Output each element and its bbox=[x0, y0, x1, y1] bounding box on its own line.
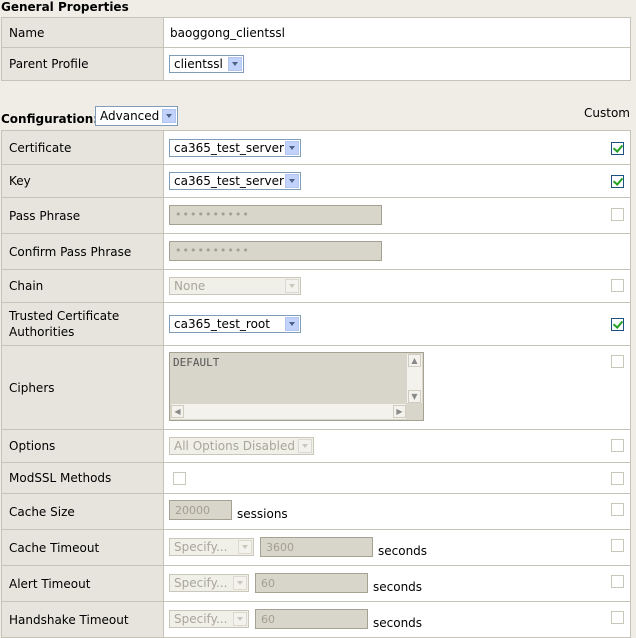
ciphers-textarea[interactable]: DEFAULT ▲ ▼ ◀ ▶ bbox=[169, 352, 424, 421]
handshake-timeout-mode-select[interactable]: Specify... bbox=[169, 610, 249, 628]
cache-size-custom-checkbox[interactable] bbox=[611, 503, 624, 516]
handshake-timeout-input[interactable]: 60 bbox=[255, 609, 368, 629]
chevron-down-icon bbox=[162, 109, 176, 123]
alert-timeout-row: Alert Timeout Specify... 60 seconds bbox=[1, 565, 631, 602]
pass-phrase-input[interactable]: •••••••••• bbox=[169, 205, 382, 225]
chevron-down-icon bbox=[285, 174, 299, 188]
handshake-timeout-label: Handshake Timeout bbox=[1, 601, 164, 638]
arrow-right-icon[interactable]: ▶ bbox=[393, 405, 406, 418]
pass-phrase-custom-checkbox[interactable] bbox=[611, 208, 624, 221]
key-label: Key bbox=[1, 164, 164, 198]
trusted-ca-row: Trusted Certificate Authorities ca365_te… bbox=[1, 302, 631, 346]
key-custom-checkbox[interactable] bbox=[611, 175, 624, 188]
alert-timeout-unit: seconds bbox=[373, 580, 423, 594]
chevron-down-icon bbox=[233, 576, 247, 590]
arrow-up-icon[interactable]: ▲ bbox=[408, 354, 421, 367]
alert-timeout-mode-select[interactable]: Specify... bbox=[169, 574, 249, 592]
ciphers-label: Ciphers bbox=[1, 345, 164, 430]
key-select[interactable]: ca365_test_server bbox=[169, 172, 301, 190]
options-label: Options bbox=[1, 429, 164, 463]
name-label: Name bbox=[1, 17, 164, 48]
pass-phrase-label: Pass Phrase bbox=[1, 197, 164, 234]
chain-label: Chain bbox=[1, 269, 164, 303]
configuration-title: Configuration: bbox=[1, 112, 99, 126]
cache-size-unit: sessions bbox=[237, 507, 288, 521]
modssl-methods-checkbox[interactable] bbox=[173, 472, 186, 485]
chevron-down-icon bbox=[238, 540, 252, 554]
name-value: baoggong_clientssl bbox=[170, 26, 285, 40]
configuration-table: Certificate ca365_test_server Key ca365_… bbox=[1, 130, 631, 638]
arrow-down-icon[interactable]: ▼ bbox=[408, 390, 421, 403]
ciphers-vertical-scrollbar[interactable]: ▲ ▼ bbox=[407, 354, 422, 403]
cache-size-input[interactable]: 20000 bbox=[169, 500, 232, 520]
certificate-label: Certificate bbox=[1, 130, 164, 165]
chevron-down-icon bbox=[285, 317, 299, 331]
chain-select[interactable]: None bbox=[169, 277, 301, 295]
cache-size-label: Cache Size bbox=[1, 493, 164, 530]
name-row: Name baoggong_clientssl bbox=[1, 17, 631, 48]
handshake-timeout-custom-checkbox[interactable] bbox=[611, 611, 624, 624]
cache-timeout-unit: seconds bbox=[378, 544, 428, 558]
cache-size-row: Cache Size 20000 sessions bbox=[1, 493, 631, 530]
chevron-down-icon bbox=[298, 439, 312, 453]
certificate-row: Certificate ca365_test_server bbox=[1, 130, 631, 165]
ciphers-row: Ciphers DEFAULT ▲ ▼ ◀ ▶ bbox=[1, 345, 631, 430]
trusted-ca-select[interactable]: ca365_test_root bbox=[169, 315, 301, 333]
handshake-timeout-unit: seconds bbox=[373, 616, 423, 630]
trusted-ca-custom-checkbox[interactable] bbox=[611, 318, 624, 331]
arrow-left-icon[interactable]: ◀ bbox=[171, 405, 184, 418]
cache-timeout-custom-checkbox[interactable] bbox=[611, 539, 624, 552]
alert-timeout-label: Alert Timeout bbox=[1, 565, 164, 602]
options-select[interactable]: All Options Disabled bbox=[169, 437, 314, 455]
chevron-down-icon bbox=[233, 612, 247, 626]
pass-phrase-row: Pass Phrase •••••••••• bbox=[1, 197, 631, 234]
modssl-custom-checkbox[interactable] bbox=[611, 472, 624, 485]
chain-row: Chain None bbox=[1, 269, 631, 303]
ciphers-custom-checkbox[interactable] bbox=[611, 355, 624, 368]
configuration-mode-select[interactable]: Advanced bbox=[95, 106, 178, 126]
parent-profile-label: Parent Profile bbox=[1, 47, 164, 81]
confirm-pass-phrase-input[interactable]: •••••••••• bbox=[169, 241, 382, 261]
key-row: Key ca365_test_server bbox=[1, 164, 631, 198]
cache-timeout-label: Cache Timeout bbox=[1, 529, 164, 566]
general-properties-title: General Properties bbox=[1, 0, 129, 14]
parent-profile-row: Parent Profile clientssl bbox=[1, 47, 631, 81]
certificate-select[interactable]: ca365_test_server bbox=[169, 139, 301, 157]
confirm-pass-phrase-row: Confirm Pass Phrase •••••••••• bbox=[1, 233, 631, 270]
alert-timeout-input[interactable]: 60 bbox=[255, 573, 368, 593]
cache-timeout-row: Cache Timeout Specify... 3600 seconds bbox=[1, 529, 631, 566]
cache-timeout-mode-select[interactable]: Specify... bbox=[169, 538, 254, 556]
trusted-ca-label: Trusted Certificate Authorities bbox=[1, 302, 164, 346]
confirm-pass-phrase-label: Confirm Pass Phrase bbox=[1, 233, 164, 270]
alert-timeout-custom-checkbox[interactable] bbox=[611, 575, 624, 588]
parent-profile-select[interactable]: clientssl bbox=[169, 55, 244, 73]
chevron-down-icon bbox=[285, 141, 299, 155]
modssl-label: ModSSL Methods bbox=[1, 462, 164, 494]
certificate-custom-checkbox[interactable] bbox=[611, 142, 624, 155]
modssl-row: ModSSL Methods bbox=[1, 462, 631, 494]
chevron-down-icon bbox=[285, 279, 299, 293]
ciphers-horizontal-scrollbar[interactable]: ◀ ▶ bbox=[171, 404, 406, 419]
handshake-timeout-row: Handshake Timeout Specify... 60 seconds bbox=[1, 601, 631, 638]
general-properties-table: Name baoggong_clientssl Parent Profile c… bbox=[1, 17, 631, 81]
options-custom-checkbox[interactable] bbox=[611, 439, 624, 452]
options-row: Options All Options Disabled bbox=[1, 429, 631, 463]
chain-custom-checkbox[interactable] bbox=[611, 279, 624, 292]
cache-timeout-input[interactable]: 3600 bbox=[260, 537, 373, 557]
chevron-down-icon bbox=[228, 57, 242, 71]
custom-column-header: Custom bbox=[584, 106, 630, 120]
